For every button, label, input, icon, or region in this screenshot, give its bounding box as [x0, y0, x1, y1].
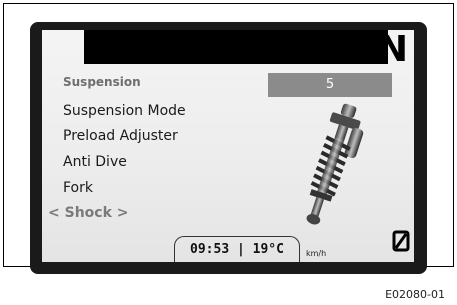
menu-item-suspension-mode[interactable]: Suspension Mode: [63, 103, 186, 119]
slashed-zero-icon: [392, 230, 410, 252]
menu-item-fork[interactable]: Fork: [63, 180, 93, 196]
tft-display: N Suspension 5 Suspension Mode Preload A…: [42, 30, 414, 262]
speed-unit: km/h: [306, 249, 327, 258]
menu-item-shock[interactable]: < Shock >: [48, 205, 129, 221]
separator: |: [237, 242, 245, 257]
figure-caption: E02080-01: [385, 288, 445, 301]
top-status-bar: [84, 30, 388, 64]
temperature: 19°C: [252, 242, 284, 257]
clock: 09:53: [190, 242, 230, 257]
setting-value[interactable]: 5: [268, 73, 392, 97]
menu-title: Suspension: [63, 75, 141, 89]
clock-temperature-readout: 09:53 | 19°C: [174, 236, 300, 262]
menu-item-preload-adjuster[interactable]: Preload Adjuster: [63, 128, 178, 144]
gear-indicator: N: [377, 30, 408, 70]
shock-absorber-image: [306, 103, 364, 225]
menu-item-anti-dive[interactable]: Anti Dive: [63, 154, 127, 170]
